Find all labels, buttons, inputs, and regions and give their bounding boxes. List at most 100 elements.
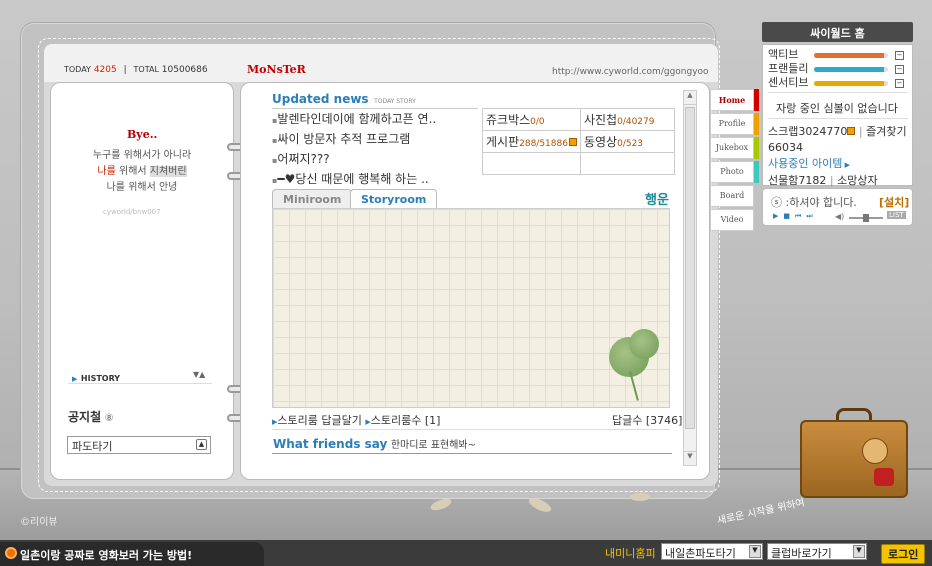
volume-thumb[interactable] (863, 214, 869, 222)
cyworld-home-button[interactable]: 싸이월드 홈 (762, 22, 913, 42)
notice-header: 공지철 ⑧ (68, 408, 114, 425)
divider (68, 383, 212, 384)
prev-icon[interactable]: ⏮ (795, 212, 806, 220)
scroll-up-icon[interactable]: ▲ (684, 91, 696, 105)
proud-symbol-text: 자랑 중인 심볼이 없습니다 (776, 102, 898, 115)
divider (272, 108, 478, 109)
club-select[interactable]: 클럽바로가기 ▼ (767, 543, 867, 560)
scrap-count: 3024770 (798, 125, 848, 138)
stat-labels: 액티브 프랜들리 센서티브 (768, 48, 808, 90)
item-info: 사용중인 아이템 ▶ 선물함7182 | 소망상자 (768, 157, 878, 187)
side-tab-jukebox[interactable]: Jukebox (710, 137, 754, 159)
history-label: HISTORY (80, 374, 121, 383)
wishbox-label[interactable]: 소망상자 (837, 174, 877, 187)
my-homepy-link[interactable]: 내미니홈피 (605, 545, 656, 561)
chevron-down-icon: ▼ (853, 545, 865, 558)
sticker-icon (862, 438, 888, 464)
profile-bye: Bye.. (127, 128, 158, 141)
stat-sensitive-label: 센서티브 (768, 76, 809, 89)
poem-highlight: 나를 (97, 166, 116, 177)
minus-icon[interactable]: − (895, 79, 904, 88)
menu-video[interactable]: 동영상0/523 (579, 130, 675, 153)
wave-select[interactable]: 파도타기 ▲ (67, 436, 211, 454)
news-list: ▪발렌타인데이에 함께하고픈 연.. ▪싸이 방문자 추적 프로그램 ▪어쩌지?… (272, 110, 478, 190)
triangle-right-icon: ▶ (842, 161, 850, 169)
menu-jukebox[interactable]: 쥬크박스0/0 (482, 108, 581, 131)
mood-label: 행운 (645, 193, 669, 208)
total-count: 10500686 (161, 65, 208, 75)
scroll-down-icon[interactable]: ▼ (684, 451, 696, 465)
counter-divider: | (123, 65, 127, 75)
divider (272, 429, 670, 430)
list-item[interactable]: ▪싸이 방문자 추적 프로그램 (272, 130, 478, 150)
minus-icon[interactable]: − (895, 51, 904, 60)
poem-line-2: 나를 위해서 지쳐버린 (60, 164, 224, 180)
divider (768, 92, 908, 93)
sticker-icon (874, 468, 894, 486)
today-label: TODAY (64, 65, 91, 74)
menu-board[interactable]: 게시판288/51886 (482, 130, 581, 153)
fav-label[interactable]: 즐겨찾기 (866, 125, 906, 138)
tab-marker (754, 89, 759, 111)
main-scrollbar[interactable]: ▲ ▼ (683, 90, 697, 466)
stat-fill (814, 81, 885, 86)
list-button[interactable]: LIST (887, 211, 906, 219)
profile-text: 누구를 위해서가 아니라 나를 위해서 지쳐버린 나를 위해서 안녕 (60, 148, 224, 196)
scroll-thumb[interactable] (685, 107, 695, 429)
list-item[interactable]: ▪━♥당신 때문에 행복해 하는 .. (272, 170, 478, 190)
stop-icon[interactable]: ■ (783, 212, 795, 220)
leaf-decoration (630, 493, 650, 501)
new-badge-icon (847, 127, 856, 135)
side-tab-profile[interactable]: Profile (710, 113, 754, 135)
list-item[interactable]: ▪발렌타인데이에 함께하고픈 연.. (272, 110, 478, 130)
new-badge-icon (568, 138, 577, 146)
stat-active-label: 액티브 (768, 48, 799, 61)
updated-news-header: Updated news TODAY STORY (272, 92, 416, 106)
side-tab-photo[interactable]: Photo (710, 161, 754, 183)
menu-empty-cell (482, 152, 581, 175)
ticker-link[interactable]: 일촌이랑 공짜로 영화보러 가는 방법! (20, 547, 192, 563)
volume-icon: ◀) (835, 212, 845, 221)
reply-count: 답글수 [3746] (612, 414, 683, 427)
poem-line-2-text: 위해서 (115, 166, 150, 177)
chevron-down-icon: ▼ (749, 545, 761, 558)
minus-icon[interactable]: − (895, 65, 904, 74)
story-reply-link[interactable]: 스토리룸 답글달기 (277, 414, 361, 427)
friends-text[interactable]: 한마디로 표현해봐~ (391, 440, 476, 451)
list-item[interactable]: ▪어쩌지??? (272, 150, 478, 170)
install-link[interactable]: [설치] (879, 194, 909, 210)
stat-sensitive-bar (814, 81, 888, 86)
items-link[interactable]: 사용중인 아이템 (768, 157, 842, 170)
stat-friendly-label: 프랜들리 (768, 62, 809, 75)
volume-slider[interactable] (849, 214, 883, 222)
side-tab-video[interactable]: Video (710, 209, 754, 231)
gift-label[interactable]: 선물함 (768, 174, 798, 187)
homepy-url[interactable]: http://www.cyworld.com/ggongyoo (552, 67, 709, 77)
play-icon[interactable]: ▶ (773, 212, 783, 220)
friends-title: What friends say (273, 437, 388, 451)
updown-arrows-icon[interactable]: ▼▲ (193, 370, 205, 379)
stat-friendly-bar (814, 67, 888, 72)
homepy-title[interactable]: MoNsTeR (247, 63, 306, 76)
friends-say: What friends say 한마디로 표현해봐~ (273, 436, 476, 451)
story-count-link[interactable]: 스토리룸수 [1] (371, 414, 441, 427)
next-icon[interactable]: ⏭ (806, 212, 817, 220)
scrap-label: 스크랩 (768, 125, 799, 138)
player-message: ⓢ :하셔야 합니다. (771, 196, 857, 209)
login-button[interactable]: 로그인 (881, 544, 926, 564)
side-tab-home[interactable]: Home (710, 89, 754, 111)
player-controls[interactable]: ▶■⏮⏭ (773, 212, 818, 221)
tab-miniroom[interactable]: Miniroom (272, 189, 353, 209)
tab-storyroom[interactable]: Storyroom (350, 189, 438, 209)
menu-photo[interactable]: 사진첩0/40279 (579, 108, 675, 131)
menu-grid: 쥬크박스0/0 사진첩0/40279 게시판288/51886 동영상0/523 (482, 108, 675, 175)
triangle-right-icon: ▶ (72, 375, 78, 383)
side-tab-board[interactable]: Board (710, 185, 754, 207)
circled-8-icon: ⑧ (104, 413, 114, 424)
music-player: ⓢ :하셔야 합니다. [설치] ▶■⏮⏭ ◀) LIST (762, 188, 913, 226)
today-count: 4205 (93, 65, 117, 75)
chevron-up-icon: ▲ (196, 439, 207, 450)
fav-count: 66034 (768, 141, 803, 154)
today-story-label: TODAY STORY (374, 98, 416, 105)
ilchon-wave-select[interactable]: 내일촌파도타기 ▼ (661, 543, 763, 560)
